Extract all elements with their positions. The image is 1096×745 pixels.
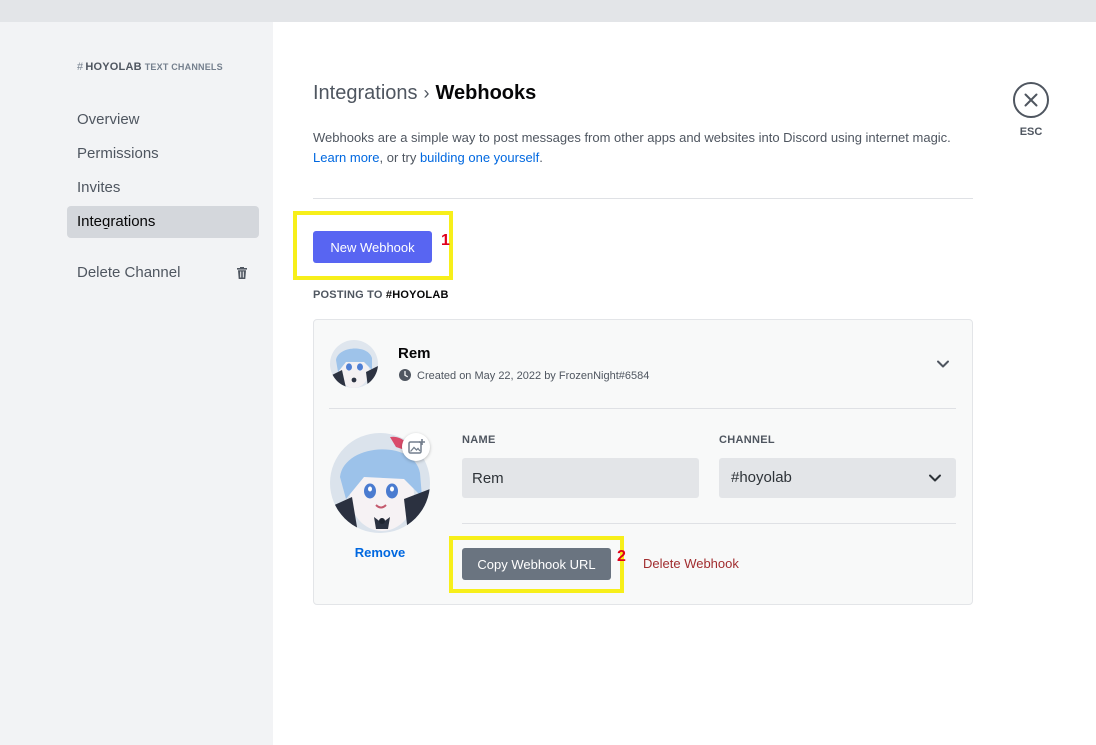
trash-icon [237, 267, 247, 279]
description-mid: , or try [379, 150, 420, 165]
sidebar-item-permissions[interactable]: Permissions [67, 138, 259, 170]
webhook-avatar [330, 340, 378, 388]
sidebar-item-label: Permissions [77, 145, 159, 162]
remove-avatar-link[interactable]: Remove [330, 545, 430, 560]
webhook-created-text: Created on May 22, 2022 by FrozenNight#6… [417, 370, 650, 382]
breadcrumb: Integrations › Webhooks [313, 82, 536, 105]
posting-to-label: POSTING TO #HOYOLAB [313, 289, 449, 301]
description-end: . [539, 150, 543, 165]
chevron-down-icon[interactable] [935, 356, 951, 372]
build-yourself-link[interactable]: building one yourself [420, 150, 539, 165]
copy-webhook-url-button[interactable]: Copy Webhook URL [462, 548, 611, 580]
channel-select[interactable]: #hoyolab [719, 458, 956, 498]
section-divider [313, 198, 973, 199]
webhook-created-meta: Created on May 22, 2022 by FrozenNight#6… [399, 369, 649, 382]
sidebar-item-overview[interactable]: Overview [67, 104, 259, 136]
posting-prefix: POSTING TO [313, 289, 386, 301]
sidebar-item-integrations[interactable]: Integrations [67, 206, 259, 238]
sidebar-item-label: Invites [77, 179, 121, 196]
sidebar-item-delete-channel[interactable]: Delete Channel [67, 257, 259, 289]
close-button[interactable] [1013, 82, 1049, 118]
clock-icon [399, 369, 411, 381]
breadcrumb-separator: › [423, 83, 430, 103]
webhooks-description: Webhooks are a simple way to post messag… [313, 128, 973, 168]
sidebar-item-invites[interactable]: Invites [67, 172, 259, 204]
fields-divider [462, 523, 956, 524]
channel-select-value: #hoyolab [731, 469, 792, 486]
annotation-number-2: 2 [617, 548, 626, 565]
hash-icon: # [77, 61, 84, 73]
webhook-name: Rem [398, 345, 431, 362]
sidebar-divider [77, 227, 248, 228]
upload-avatar-button[interactable] [402, 433, 430, 461]
title-bar [0, 0, 1096, 22]
annotation-number-1: 1 [441, 232, 450, 249]
name-field-label: NAME [462, 434, 496, 446]
close-icon [1024, 93, 1038, 107]
sidebar-header: # HOYOLAB TEXT CHANNELS [77, 61, 223, 73]
delete-webhook-button[interactable]: Delete Webhook [643, 556, 739, 571]
sidebar-channel-name: HOYOLAB [85, 61, 142, 73]
esc-label: ESC [1019, 126, 1043, 138]
new-webhook-button[interactable]: New Webhook [313, 231, 432, 263]
description-text: Webhooks are a simple way to post messag… [313, 130, 951, 145]
image-plus-icon [408, 439, 425, 454]
page-title: Webhooks [435, 82, 537, 104]
sidebar-item-label: Overview [77, 111, 140, 128]
chevron-down-icon [929, 474, 941, 482]
channel-field-label: CHANNEL [719, 434, 775, 446]
webhook-name-input[interactable] [462, 458, 699, 498]
posting-channel: #HOYOLAB [385, 289, 449, 301]
card-divider [329, 408, 956, 409]
sidebar-channel-category: TEXT CHANNELS [144, 62, 223, 72]
sidebar-item-label: Delete Channel [77, 264, 181, 281]
breadcrumb-integrations[interactable]: Integrations [313, 82, 418, 104]
learn-more-link[interactable]: Learn more [313, 150, 379, 165]
